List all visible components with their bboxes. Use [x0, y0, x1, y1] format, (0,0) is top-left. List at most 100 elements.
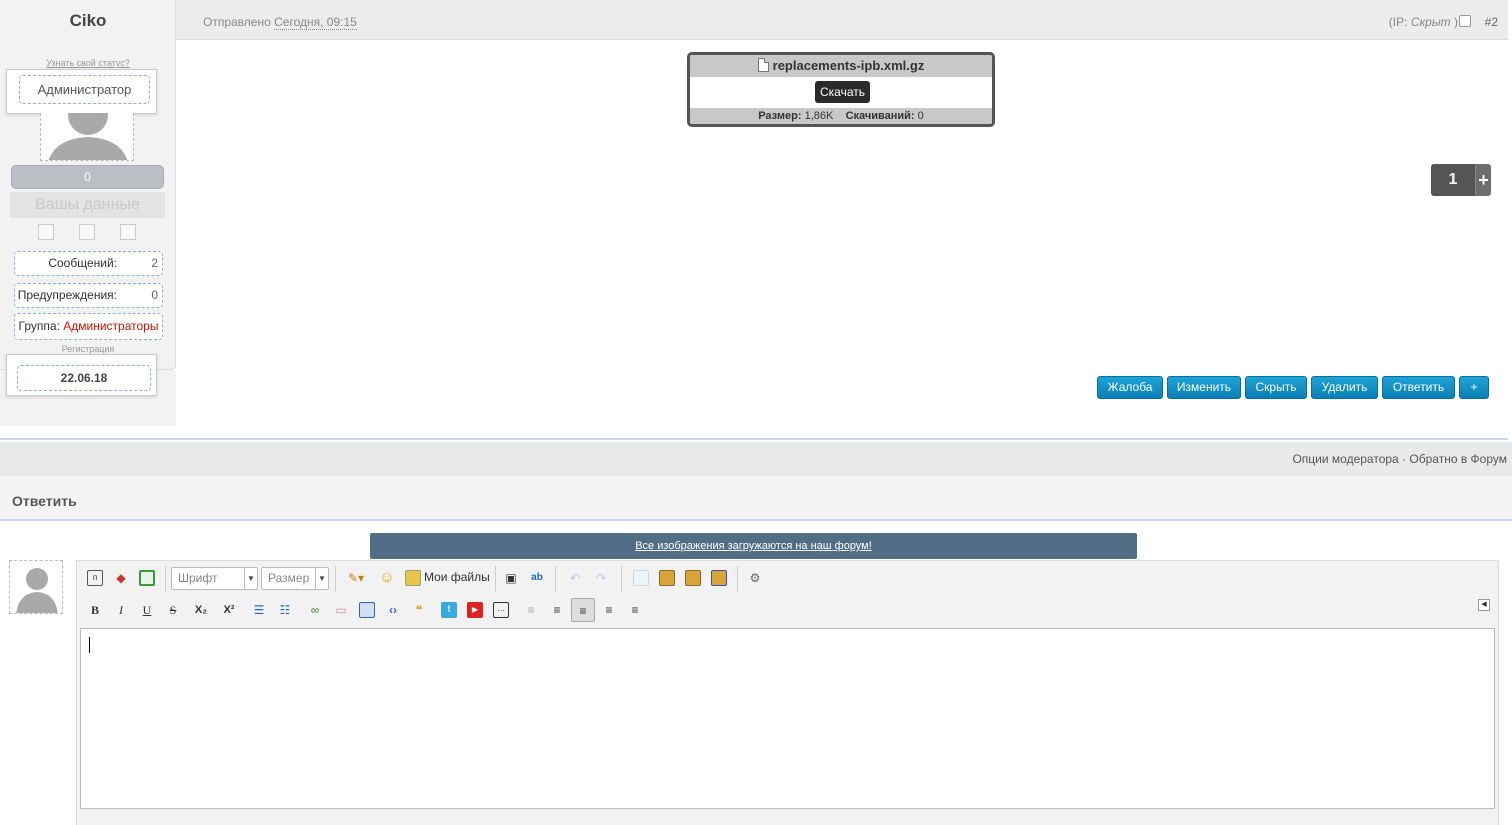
italic-icon[interactable]: I — [113, 602, 129, 618]
outdent-icon[interactable]: ≡ — [523, 602, 539, 618]
link-icon[interactable]: ∞ — [307, 602, 323, 618]
settings-gear-icon[interactable]: ⚙ — [747, 570, 763, 586]
paste-word-icon[interactable] — [711, 570, 727, 586]
author-avatar[interactable] — [40, 113, 134, 161]
moderator-links: Опции модератора · Обратно в Форум — [1292, 452, 1507, 466]
reply-avatar — [9, 560, 63, 614]
downloads-label: Скачиваний: — [845, 110, 915, 122]
code-icon[interactable]: ‹› — [385, 602, 401, 618]
image-icon[interactable] — [359, 602, 375, 618]
chevron-down-icon: ▼ — [315, 568, 328, 589]
registration-card: 22.06.18 — [6, 354, 157, 396]
group-stat: Группа: Администраторы — [14, 313, 163, 340]
downloads-value: 0 — [917, 110, 924, 122]
youtube-icon[interactable]: ▶ — [467, 602, 483, 618]
eraser-icon[interactable]: ◆ — [113, 570, 129, 586]
posts-count-stat: Сообщений: 2 — [14, 251, 163, 276]
stat-value: 2 — [151, 256, 158, 270]
twitter-icon[interactable]: t — [441, 602, 457, 618]
quote-icon[interactable]: ❝ — [411, 602, 427, 618]
file-icon — [757, 58, 769, 72]
registration-date: 22.06.18 — [17, 365, 151, 391]
size-label: Размер: — [758, 110, 802, 122]
smiley-icon[interactable]: ☺ — [379, 570, 395, 586]
size-value: 1,86K — [804, 110, 834, 122]
author-username[interactable]: Ciko — [0, 11, 176, 31]
align-right-icon[interactable]: ≡ — [627, 602, 643, 618]
text-color-icon[interactable]: ✎▾ — [343, 570, 369, 586]
bulleted-list-icon[interactable]: ☰ — [251, 602, 267, 618]
redo-icon[interactable]: ↷ — [593, 570, 609, 586]
author-head: Ciko — [0, 0, 176, 40]
superscript-icon[interactable]: X² — [221, 602, 237, 618]
unlink-icon[interactable]: ▭ — [333, 602, 349, 618]
my-files-icon[interactable] — [405, 570, 421, 586]
status-link[interactable]: Узнать свой статус? — [0, 58, 176, 68]
font-size-select[interactable]: Размер ▼ — [261, 567, 329, 590]
link-separator: · — [1402, 452, 1407, 466]
more-actions-button[interactable]: + — [1459, 376, 1489, 399]
rating-plus-button[interactable]: + — [1475, 164, 1491, 196]
size-placeholder: Размер — [268, 571, 310, 585]
post-number-link[interactable]: #2 — [1485, 15, 1498, 29]
copy-icon[interactable] — [633, 570, 649, 586]
post-select-checkbox[interactable] — [1459, 15, 1471, 27]
find-binoculars-icon[interactable]: ▣ — [503, 570, 519, 586]
post-ip: (IP: Скрыт ) — [1389, 15, 1458, 29]
indent-icon[interactable]: ≡ — [549, 602, 565, 618]
attachment-filename[interactable]: replacements-ipb.xml.gz — [773, 58, 925, 73]
reply-button[interactable]: Ответить — [1382, 376, 1455, 399]
align-left-icon[interactable]: ≡ — [571, 598, 595, 622]
download-button[interactable]: Скачать — [815, 81, 870, 103]
bold-icon[interactable]: B — [87, 602, 103, 618]
role-badge: Администратор — [19, 75, 150, 104]
my-files-label[interactable]: Мои файлы — [424, 570, 490, 584]
edit-button[interactable]: Изменить — [1167, 376, 1241, 399]
undo-icon[interactable]: ↶ — [567, 570, 583, 586]
moderator-strip: Опции модератора · Обратно в Форум — [0, 442, 1512, 476]
font-family-select[interactable]: Шрифт ▼ — [171, 567, 258, 590]
numbered-list-icon[interactable]: ☷ — [277, 602, 293, 618]
reply-title: Ответить — [12, 493, 77, 509]
post-timestamp: Отправлено Сегодня, 09:15 — [203, 15, 357, 30]
paste-icon[interactable] — [659, 570, 675, 586]
remove-format-icon[interactable] — [139, 570, 155, 586]
attachment-box: replacements-ipb.xml.gz Скачать Размер: … — [687, 52, 995, 127]
strikethrough-icon[interactable]: S — [165, 602, 181, 618]
attachment-info: Размер: 1,86K Скачиваний: 0 — [690, 108, 992, 124]
ip-value: Скрыт — [1410, 15, 1451, 29]
spoiler-icon[interactable]: … — [493, 602, 509, 618]
rich-text-editor: п ◆ Шрифт ▼ Размер ▼ ✎▾ ☺ Мои файлы ▣ ab… — [76, 560, 1499, 825]
hide-button[interactable]: Скрыть — [1245, 376, 1307, 399]
source-mode-icon[interactable]: п — [87, 570, 103, 586]
reply-area: Все изображения загружаются на наш форум… — [0, 521, 1512, 825]
collapse-toolbar-icon[interactable]: ◀ — [1478, 599, 1490, 611]
stat-value: 0 — [151, 288, 158, 302]
rating-value: 1 — [1431, 164, 1475, 196]
report-button[interactable]: Жалоба — [1097, 376, 1163, 399]
broken-image-icon — [120, 224, 136, 240]
upload-notice-link[interactable]: Все изображения загружаются на наш форум… — [370, 533, 1137, 559]
group-label: Группа: — [18, 319, 60, 333]
reply-textarea[interactable] — [80, 628, 1495, 809]
role-card: Администратор — [6, 69, 157, 114]
broken-image-icon — [79, 224, 95, 240]
paste-text-icon[interactable] — [685, 570, 701, 586]
toolbar-separator — [621, 566, 622, 592]
back-to-forum-link[interactable]: Обратно в Форум — [1409, 452, 1507, 466]
stat-label: Сообщений: — [48, 256, 117, 270]
replace-icon[interactable]: ab — [529, 570, 545, 586]
broken-image-icon — [38, 224, 54, 240]
posted-label: Отправлено — [203, 15, 271, 29]
subscript-icon[interactable]: X₂ — [193, 602, 209, 618]
avatar-silhouette-icon — [16, 568, 58, 613]
chevron-down-icon: ▼ — [244, 568, 257, 589]
author-mini-icons — [28, 222, 148, 242]
posted-date[interactable]: Сегодня, 09:15 — [274, 15, 357, 30]
delete-button[interactable]: Удалить — [1311, 376, 1378, 399]
underline-icon[interactable]: U — [139, 602, 155, 618]
moderator-options-link[interactable]: Опции модератора — [1292, 452, 1398, 466]
your-data-banner: Вашы данные — [10, 192, 165, 218]
group-value: Администраторы — [63, 319, 159, 333]
align-center-icon[interactable]: ≡ — [601, 602, 617, 618]
